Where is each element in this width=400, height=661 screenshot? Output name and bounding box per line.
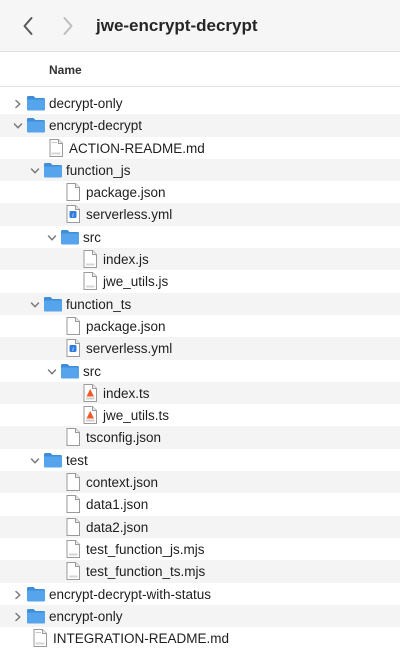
window-title: jwe-encrypt-decrypt [96, 16, 258, 35]
column-header-name[interactable]: Name [49, 63, 82, 77]
row-label: test_function_ts.mjs [86, 564, 206, 580]
markdown-file-icon [46, 138, 66, 158]
file-row[interactable]: ACTION-README.md [0, 137, 400, 159]
file-row[interactable]: i serverless.yml [0, 203, 400, 226]
folder-row[interactable]: function_ts [0, 292, 400, 315]
file-row[interactable]: jwe_utils.ts [0, 404, 400, 426]
json-file-icon [63, 427, 83, 447]
folder-row[interactable]: encrypt-decrypt [0, 114, 400, 137]
disclosure-expanded-icon[interactable] [12, 119, 24, 131]
file-list: decrypt-only encrypt-decrypt ACTION-READ… [0, 92, 400, 649]
ts-file-icon [80, 405, 100, 425]
yml-file-icon: i [63, 338, 83, 358]
row-label: index.js [103, 252, 149, 268]
yml-file-icon: i [63, 204, 83, 224]
json-file-icon [63, 517, 83, 537]
row-label: function_js [66, 162, 131, 178]
row-label: tsconfig.json [86, 430, 162, 446]
row-label: context.json [86, 475, 159, 491]
row-label: serverless.yml [86, 207, 173, 223]
folder-row[interactable]: test [0, 449, 400, 471]
file-row[interactable]: test_function_ts.mjs [0, 560, 400, 583]
row-label: jwe_utils.js [103, 274, 169, 290]
row-label: jwe_utils.ts [103, 408, 170, 424]
disclosure-expanded-icon[interactable] [46, 365, 58, 377]
folder-row[interactable]: decrypt-only [0, 92, 400, 114]
column-header: Name [0, 53, 400, 87]
row-label: INTEGRATION-README.md [53, 631, 230, 647]
row-label: decrypt-only [49, 96, 123, 111]
json-file-icon [63, 182, 83, 202]
disclosure-collapsed-icon[interactable] [12, 97, 24, 109]
file-row[interactable]: data1.json [0, 493, 400, 515]
row-label: package.json [86, 185, 166, 201]
folder-icon [60, 227, 80, 247]
back-button[interactable] [16, 13, 40, 39]
folder-icon [26, 606, 46, 626]
folder-icon [43, 294, 63, 314]
json-file-icon [63, 494, 83, 514]
folder-icon [26, 115, 46, 135]
row-label: data2.json [86, 519, 149, 535]
js-file-icon [80, 249, 100, 269]
file-row[interactable]: context.json [0, 471, 400, 494]
folder-icon [60, 361, 80, 381]
folder-row[interactable]: function_js [0, 158, 400, 182]
markdown-file-icon [30, 628, 50, 648]
file-row[interactable]: INTEGRATION-README.md [0, 627, 400, 649]
row-label: ACTION-README.md [69, 140, 205, 156]
folder-row[interactable]: src [0, 360, 400, 382]
folder-row[interactable]: encrypt-decrypt-with-status [0, 583, 400, 605]
row-label: encrypt-decrypt-with-status [49, 586, 212, 602]
row-label: src [83, 229, 101, 245]
js-file-icon [63, 561, 83, 581]
forward-button[interactable] [56, 13, 80, 39]
js-file-icon [63, 539, 83, 559]
disclosure-expanded-icon[interactable] [29, 164, 41, 176]
disclosure-expanded-icon[interactable] [29, 454, 41, 466]
file-row[interactable]: i serverless.yml [0, 337, 400, 360]
row-label: src [83, 363, 101, 379]
folder-icon [26, 93, 46, 113]
file-row[interactable]: package.json [0, 315, 400, 337]
file-row[interactable]: jwe_utils.js [0, 270, 400, 292]
disclosure-expanded-icon[interactable] [29, 298, 41, 310]
json-file-icon [63, 472, 83, 492]
file-row[interactable]: package.json [0, 181, 400, 203]
row-label: data1.json [86, 497, 149, 513]
row-label: index.ts [103, 385, 150, 401]
js-file-icon [80, 271, 100, 291]
file-row[interactable]: index.ts [0, 381, 400, 405]
row-label: encrypt-only [49, 608, 123, 624]
file-row[interactable]: index.js [0, 248, 400, 271]
disclosure-collapsed-icon[interactable] [12, 588, 24, 600]
disclosure-collapsed-icon[interactable] [12, 610, 24, 622]
folder-icon [26, 584, 46, 604]
folder-icon [43, 450, 63, 470]
disclosure-expanded-icon[interactable] [46, 231, 58, 243]
file-row[interactable]: data2.json [0, 515, 400, 538]
finder-toolbar: jwe-encrypt-decrypt [0, 0, 400, 52]
row-label: encrypt-decrypt [49, 118, 143, 134]
row-label: package.json [86, 318, 166, 334]
folder-row[interactable]: src [0, 226, 400, 248]
file-row[interactable]: test_function_js.mjs [0, 538, 400, 560]
chevron-right-icon [63, 17, 73, 35]
chevron-left-icon [23, 17, 33, 35]
ts-file-icon [80, 383, 100, 403]
json-file-icon [63, 316, 83, 336]
row-label: serverless.yml [86, 341, 173, 357]
row-label: function_ts [66, 296, 132, 312]
folder-row[interactable]: encrypt-only [0, 604, 400, 628]
folder-icon [43, 160, 63, 180]
row-label: test_function_js.mjs [86, 541, 205, 557]
file-row[interactable]: tsconfig.json [0, 426, 400, 449]
row-label: test [66, 452, 88, 468]
